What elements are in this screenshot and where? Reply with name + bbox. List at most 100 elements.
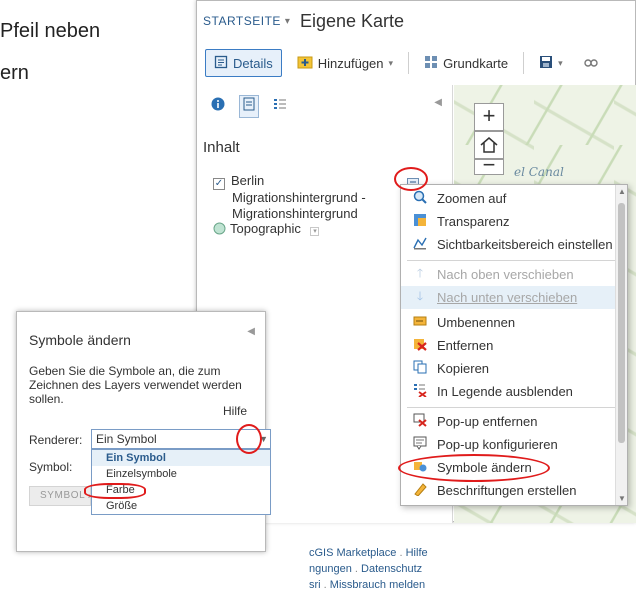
menu-separator xyxy=(407,407,615,408)
menu-item-label: Umbenennen xyxy=(437,315,516,330)
esri-link[interactable]: sri xyxy=(309,579,321,591)
legend-tab-icon[interactable] xyxy=(273,97,287,116)
content-tab-icon[interactable] xyxy=(239,95,259,118)
panel-title: Symbole ändern xyxy=(29,332,131,348)
symbol-button[interactable]: SYMBOL Ä xyxy=(29,486,91,506)
menu-item-remove-popup[interactable]: Pop-up entfernen xyxy=(401,410,617,433)
menu-item-label: Transparenz xyxy=(437,214,510,229)
map-label-canal: el Canal xyxy=(514,165,564,179)
menu-item-label: Kopieren xyxy=(437,361,490,376)
save-button[interactable]: ▾ xyxy=(530,49,572,77)
menu-item-label: Pop-up konfigurieren xyxy=(437,437,558,452)
basemap-icon xyxy=(424,55,438,72)
link-separator: . xyxy=(323,579,327,591)
symbol-label: Symbol: xyxy=(29,460,73,474)
home-link[interactable]: STARTSEITE xyxy=(203,14,281,28)
pane-tabs xyxy=(211,95,287,118)
menu-item-label: Entfernen xyxy=(437,338,494,353)
share-icon[interactable] xyxy=(583,56,598,71)
menu-item-configure-popup[interactable]: Pop-up konfigurieren xyxy=(401,433,617,456)
topographic-options-icon[interactable]: ▾ xyxy=(310,227,320,236)
layer-item-berlin[interactable]: ✓ Berlin Migrationshintergrund - Migratio… xyxy=(213,173,366,222)
toolbar: Details Hinzufügen ▾ Grundkarte ▾ xyxy=(197,45,635,81)
link-separator: . xyxy=(354,563,358,575)
toolbar-divider xyxy=(523,52,525,74)
top-bar: STARTSEITE ▾ Eigene Karte xyxy=(197,1,635,41)
annotation-circle xyxy=(84,483,146,499)
menu-item-label: Beschriftungen erstellen xyxy=(437,483,577,498)
menu-item-label: Nach unten verschieben xyxy=(437,290,578,305)
zoom-in-button[interactable]: + xyxy=(474,103,504,131)
change-symbols-panel: Symbole ändern ◀ Geben Sie die Symbole a… xyxy=(16,311,271,552)
menu-item-create-labels[interactable]: Beschriftungen erstellen xyxy=(401,479,617,502)
zoom-icon xyxy=(411,190,429,207)
link-separator: . xyxy=(399,547,403,559)
privacy-link[interactable]: Datenschutz xyxy=(361,563,422,575)
renderer-dropdown: Ein Symbol Einzelsymbole Farbe Größe xyxy=(91,449,271,515)
remove-icon xyxy=(411,337,429,354)
zoom-out-button[interactable]: − xyxy=(474,154,504,176)
menu-item-hide-in-legend[interactable]: In Legende ausblenden xyxy=(401,380,617,403)
copy-icon xyxy=(411,360,429,377)
add-label: Hinzufügen xyxy=(317,55,384,71)
add-button[interactable]: Hinzufügen ▾ xyxy=(288,49,402,77)
menu-scrollbar[interactable]: ▲ ▼ xyxy=(615,185,627,505)
menu-item-remove[interactable]: Entfernen xyxy=(401,334,617,357)
layer-topographic-label: Topographic xyxy=(230,221,301,236)
scroll-down-icon[interactable]: ▼ xyxy=(618,494,626,503)
doc-text-line-2: ern xyxy=(0,62,29,84)
layer-name-line-3: Migrationshintergrund xyxy=(232,206,358,221)
renderer-option[interactable]: Größe xyxy=(92,498,270,514)
help-link[interactable]: Hilfe xyxy=(406,547,428,559)
renderer-label: Renderer: xyxy=(29,433,83,447)
menu-item-zoom-to[interactable]: Zoomen auf xyxy=(401,187,617,210)
popup-config-icon xyxy=(411,436,429,453)
toolbar-divider xyxy=(408,52,410,74)
transparency-icon xyxy=(411,213,429,230)
details-icon xyxy=(214,55,228,72)
add-icon xyxy=(297,55,313,72)
layer-name-line-2: Migrationshintergrund - xyxy=(232,190,366,205)
report-abuse-link[interactable]: Missbrauch melden xyxy=(330,579,425,591)
menu-item-rename[interactable]: Umbenennen xyxy=(401,311,617,334)
menu-item-visibility-range[interactable]: Sichtbarkeitsbereich einstellen xyxy=(401,233,617,256)
menu-item-label: Zoomen auf xyxy=(437,191,507,206)
home-caret-icon[interactable]: ▾ xyxy=(285,16,290,27)
arrow-up-icon: 🡑 xyxy=(416,266,424,280)
menu-item-move-down: 🡓 Nach unten verschieben xyxy=(401,286,617,309)
menu-item-copy[interactable]: Kopieren xyxy=(401,357,617,380)
layer-item-topographic[interactable]: Topographic ▾ xyxy=(213,221,320,239)
terms-link[interactable]: ngungen xyxy=(309,563,352,575)
menu-item-label: In Legende ausblenden xyxy=(437,384,573,399)
annotation-circle xyxy=(236,424,262,454)
menu-item-label: Sichtbarkeitsbereich einstellen xyxy=(437,237,613,252)
collapse-panel-icon[interactable]: ◀ xyxy=(247,326,255,337)
basemap-button[interactable]: Grundkarte xyxy=(415,49,517,77)
help-link[interactable]: Hilfe xyxy=(223,404,247,418)
menu-item-move-up: 🡑 Nach oben verschieben xyxy=(401,263,617,286)
scroll-thumb[interactable] xyxy=(618,203,625,443)
about-tab-icon[interactable] xyxy=(211,97,225,116)
menu-item-label: Nach oben verschieben xyxy=(437,267,574,282)
menu-item-transparency[interactable]: Transparenz xyxy=(401,210,617,233)
renderer-option[interactable]: Einzelsymbole xyxy=(92,466,270,482)
panel-description: Geben Sie die Symbole an, die zum Zeichn… xyxy=(29,364,242,406)
save-caret-icon: ▾ xyxy=(558,57,563,68)
scroll-up-icon[interactable]: ▲ xyxy=(618,187,626,196)
annotation-circle xyxy=(398,454,550,482)
doc-text-line-1: Pfeil neben xyxy=(0,20,101,42)
menu-separator xyxy=(407,260,615,261)
details-button[interactable]: Details xyxy=(205,49,282,77)
collapse-pane-icon[interactable]: ◀ xyxy=(434,97,442,108)
rename-icon xyxy=(411,314,429,331)
popup-remove-icon xyxy=(411,413,429,430)
layer-name-line-1: Berlin xyxy=(231,173,265,188)
layer-visibility-checkbox[interactable]: ✓ xyxy=(213,178,225,190)
map-title: Eigene Karte xyxy=(299,10,405,31)
basemap-layer-icon xyxy=(213,222,226,239)
details-label: Details xyxy=(233,55,273,71)
save-icon xyxy=(539,55,553,72)
menu-item-label: Pop-up entfernen xyxy=(437,414,538,429)
marketplace-link[interactable]: cGIS Marketplace xyxy=(309,547,396,559)
content-heading: Inhalt xyxy=(203,139,240,156)
